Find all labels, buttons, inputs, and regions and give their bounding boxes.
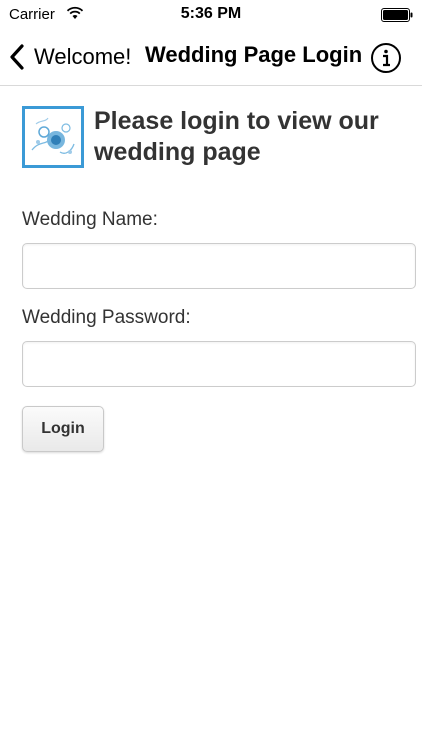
wedding-name-label: Wedding Name: (22, 209, 158, 230)
status-time: 5:36 PM (180, 5, 242, 22)
wedding-name-input[interactable] (22, 243, 416, 289)
battery-icon (381, 8, 413, 22)
login-heading: Please login to view our wedding page (94, 107, 379, 166)
back-label: Welcome! (34, 44, 132, 69)
chevron-left-icon (10, 44, 24, 70)
wedding-password-label: Wedding Password: (22, 307, 191, 328)
status-bar: Carrier 5:36 PM (0, 0, 422, 30)
login-form: Please login to view our wedding page We… (22, 106, 416, 452)
floral-logo (22, 106, 84, 168)
page-title: Wedding Page Login (145, 42, 363, 67)
wedding-password-input[interactable] (22, 341, 416, 387)
back-button[interactable]: Welcome! (8, 40, 131, 74)
info-icon[interactable] (370, 42, 402, 74)
login-button[interactable]: Login (22, 406, 104, 452)
screen: Carrier 5:36 PM Welcome! Wedding Page Lo… (0, 0, 422, 750)
navigation-bar: Welcome! Wedding Page Login (0, 30, 422, 86)
heading-row: Please login to view our wedding page (22, 106, 416, 168)
floral-logo-icon (31, 117, 75, 154)
